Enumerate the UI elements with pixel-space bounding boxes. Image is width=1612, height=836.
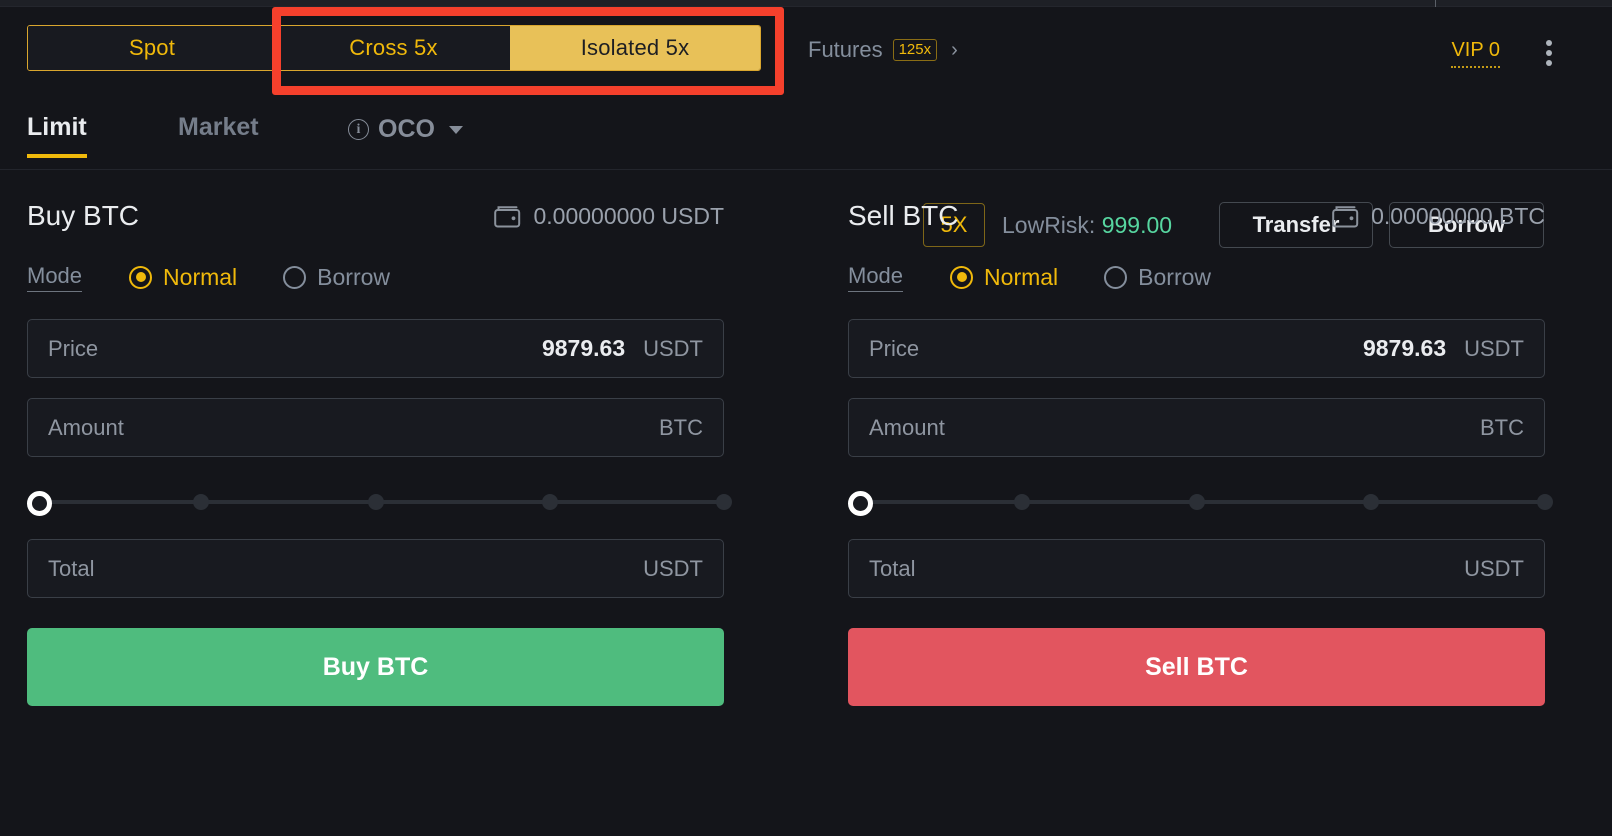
- cutoff-top-strip: [0, 0, 1612, 7]
- buy-mode-normal-label: Normal: [163, 263, 238, 290]
- tab-market[interactable]: Market: [178, 113, 259, 142]
- sell-price-value: 9879.63: [1362, 335, 1447, 361]
- buy-mode-borrow[interactable]: Borrow: [283, 264, 390, 291]
- buy-panel-header: Buy BTC 0.00000000 USDT: [27, 190, 724, 242]
- futures-leverage-badge: 125x: [892, 38, 938, 62]
- buy-available-balance-value: 0.00000000 USDT: [533, 202, 724, 229]
- sell-mode-borrow-label: Borrow: [1138, 263, 1212, 290]
- tab-market-label: Market: [178, 113, 259, 141]
- buy-slider-tick-50[interactable]: [367, 494, 384, 510]
- tab-oco-label: OCO: [378, 115, 435, 143]
- sell-submit-button[interactable]: Sell BTC: [848, 628, 1545, 706]
- buy-total-label: Total: [48, 555, 95, 581]
- info-icon: i: [348, 119, 369, 140]
- tab-cross-margin-label: Cross 5x: [349, 35, 438, 60]
- margin-mode-bar: Spot Cross 5x Isolated 5x Futures 125x ›…: [0, 7, 1612, 95]
- buy-slider-knob[interactable]: [27, 491, 52, 516]
- buy-total-unit: USDT: [643, 555, 703, 581]
- sell-slider-tick-25[interactable]: [1014, 494, 1031, 510]
- sell-slider-tick-75[interactable]: [1362, 494, 1379, 510]
- tab-isolated-margin-label: Isolated 5x: [580, 35, 690, 60]
- futures-label: Futures: [808, 37, 883, 62]
- radio-selected-icon: [129, 265, 153, 289]
- vip-level-label: VIP 0: [1451, 39, 1500, 61]
- tab-oco[interactable]: i OCO: [348, 115, 463, 144]
- sell-mode-normal-label: Normal: [984, 263, 1059, 290]
- buy-mode-borrow-label: Borrow: [317, 263, 391, 290]
- sell-mode-label[interactable]: Mode: [848, 263, 904, 292]
- buy-amount-unit: BTC: [659, 414, 703, 440]
- futures-link[interactable]: Futures 125x ›: [808, 37, 958, 63]
- buy-price-label: Price: [48, 335, 99, 361]
- sell-mode-row: Mode Normal Borrow: [848, 255, 1545, 299]
- sell-amount-slider[interactable]: [848, 485, 1553, 519]
- radio-unselected-icon: [283, 265, 307, 289]
- radio-unselected-icon: [1104, 265, 1128, 289]
- buy-price-value: 9879.63: [541, 335, 626, 361]
- buy-price-field[interactable]: Price 9879.63 USDT: [27, 319, 724, 378]
- sell-price-label: Price: [869, 335, 920, 361]
- buy-slider-tick-25[interactable]: [193, 494, 210, 510]
- sell-amount-unit: BTC: [1480, 414, 1524, 440]
- order-type-bar: Limit Market i OCO 5X LowRisk: 999.00 Tr…: [0, 97, 1612, 248]
- buy-mode-normal[interactable]: Normal: [129, 264, 237, 291]
- sell-amount-field[interactable]: Amount BTC: [848, 398, 1545, 457]
- tab-limit[interactable]: Limit: [27, 113, 87, 158]
- kebab-menu-icon[interactable]: [1538, 37, 1560, 69]
- wallet-icon: [494, 205, 521, 227]
- tab-spot[interactable]: Spot: [28, 26, 276, 70]
- buy-slider-tick-100[interactable]: [716, 494, 732, 510]
- sell-amount-label: Amount: [869, 414, 945, 440]
- buy-available-balance: 0.00000000 USDT: [494, 203, 724, 230]
- sell-available-balance: 0.00000000 BTC: [1332, 203, 1545, 230]
- sell-available-balance-value: 0.00000000 BTC: [1371, 202, 1545, 229]
- tab-cross-margin[interactable]: Cross 5x: [276, 26, 510, 70]
- buy-mode-label[interactable]: Mode: [27, 263, 83, 292]
- wallet-icon: [1332, 205, 1359, 227]
- trading-panel-screen: Spot Cross 5x Isolated 5x Futures 125x ›…: [0, 0, 1612, 836]
- cutoff-divider: [1435, 0, 1436, 7]
- sell-mode-borrow[interactable]: Borrow: [1104, 264, 1211, 291]
- buy-slider-tick-75[interactable]: [541, 494, 558, 510]
- buy-amount-field[interactable]: Amount BTC: [27, 398, 724, 457]
- buy-amount-label: Amount: [48, 414, 124, 440]
- sell-panel-title: Sell BTC: [848, 200, 959, 231]
- chevron-right-icon: ›: [951, 39, 958, 61]
- sell-mode-normal[interactable]: Normal: [950, 264, 1058, 291]
- sell-slider-tick-100[interactable]: [1537, 494, 1553, 510]
- chevron-down-icon: [448, 125, 463, 134]
- buy-panel: Buy BTC 0.00000000 USDT Mode Normal Borr…: [27, 190, 732, 706]
- radio-selected-icon: [950, 265, 974, 289]
- buy-mode-row: Mode Normal Borrow: [27, 255, 724, 299]
- buy-total-field[interactable]: Total USDT: [27, 539, 724, 598]
- buy-amount-slider[interactable]: [27, 485, 732, 519]
- tab-limit-label: Limit: [27, 113, 87, 141]
- buy-panel-title: Buy BTC: [27, 200, 140, 231]
- sell-panel: Sell BTC 0.00000000 BTC Mode Normal Borr…: [848, 190, 1553, 706]
- tab-isolated-margin[interactable]: Isolated 5x: [510, 26, 760, 70]
- margin-mode-tabs: Spot Cross 5x Isolated 5x: [27, 25, 761, 71]
- tab-spot-label: Spot: [128, 35, 176, 60]
- sell-panel-header: Sell BTC 0.00000000 BTC: [848, 190, 1545, 242]
- sell-total-unit: USDT: [1464, 555, 1524, 581]
- buy-price-unit: USDT: [643, 335, 703, 361]
- sell-total-field[interactable]: Total USDT: [848, 539, 1545, 598]
- sell-slider-tick-50[interactable]: [1188, 494, 1205, 510]
- sell-slider-knob[interactable]: [848, 491, 873, 516]
- buy-submit-button[interactable]: Buy BTC: [27, 628, 724, 706]
- sell-total-label: Total: [869, 555, 916, 581]
- sell-price-unit: USDT: [1464, 335, 1524, 361]
- vip-level-link[interactable]: VIP 0: [1451, 39, 1500, 68]
- sell-price-field[interactable]: Price 9879.63 USDT: [848, 319, 1545, 378]
